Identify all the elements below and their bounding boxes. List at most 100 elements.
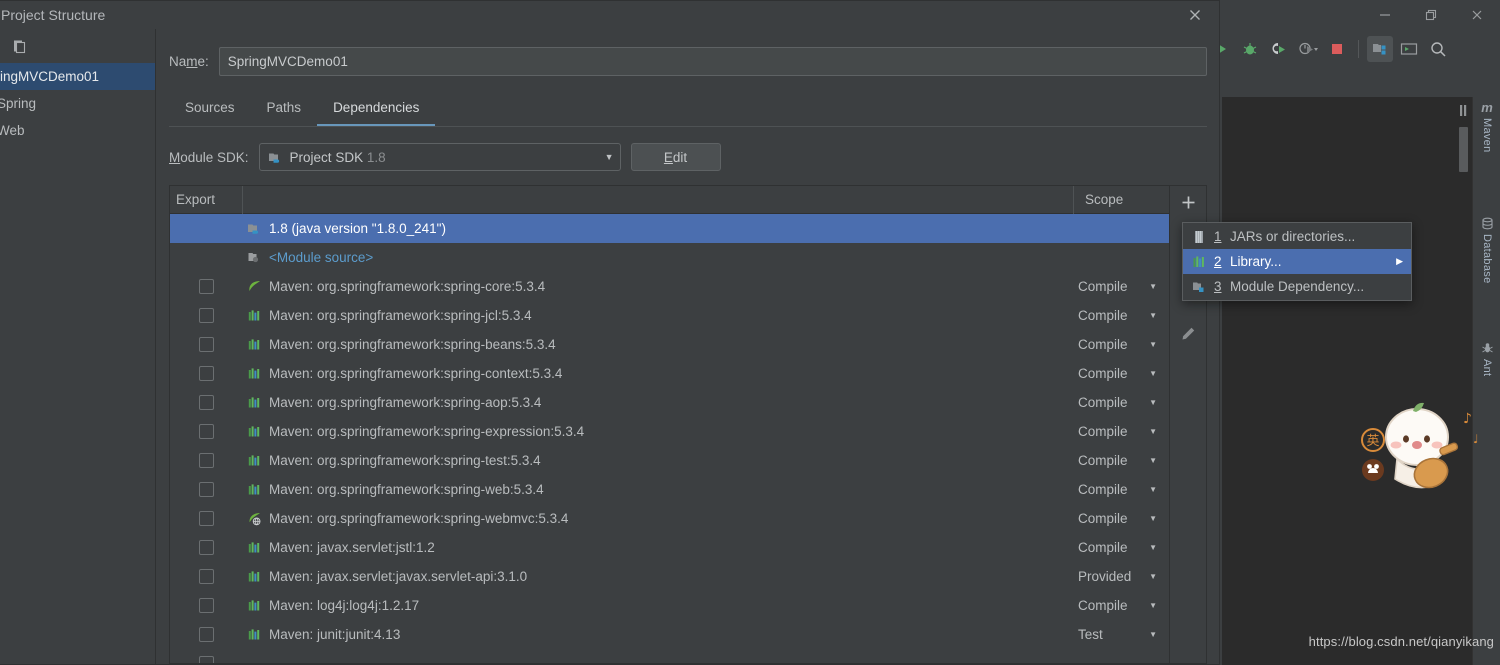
tree-node-label: SpringMVCDemo01 xyxy=(0,69,100,84)
tool-window-maven[interactable]: m Maven xyxy=(1473,101,1500,153)
dependency-scope-cell[interactable]: Compile ▼ xyxy=(1074,598,1169,613)
chevron-down-icon[interactable]: ▼ xyxy=(1149,514,1157,523)
debug-icon[interactable] xyxy=(1237,36,1263,62)
tab-sources[interactable]: Sources xyxy=(169,93,251,126)
chevron-down-icon[interactable]: ▼ xyxy=(1149,572,1157,581)
stop-icon[interactable] xyxy=(1324,36,1350,62)
chevron-down-icon[interactable]: ▼ xyxy=(1149,630,1157,639)
terminal-icon[interactable] xyxy=(1396,36,1422,62)
module-sdk-combo[interactable]: Project SDK 1.8 ▼ xyxy=(258,143,621,171)
dependency-row[interactable]: Maven: junit:junit:4.13 Test ▼ xyxy=(170,620,1169,649)
export-checkbox[interactable] xyxy=(199,482,214,497)
submenu-arrow-icon: ▶ xyxy=(1396,256,1403,266)
dependency-row[interactable]: Maven: org.springframework:spring-aop:5.… xyxy=(170,388,1169,417)
popup-item-module-dependency[interactable]: 3 Module Dependency... xyxy=(1183,274,1411,299)
export-checkbox[interactable] xyxy=(199,366,214,381)
add-dependency-button[interactable] xyxy=(1173,189,1203,215)
column-header-name[interactable] xyxy=(243,185,1074,214)
chevron-down-icon[interactable]: ▼ xyxy=(1149,601,1157,610)
svg-text:♪: ♪ xyxy=(1463,411,1472,427)
chevron-down-icon[interactable]: ▼ xyxy=(1149,398,1157,407)
dependency-row[interactable]: Maven: org.springframework:spring-jcl:5.… xyxy=(170,301,1169,330)
tree-node-web[interactable]: Web xyxy=(0,117,155,144)
dependency-row[interactable]: Maven: org.springframework:spring-expres… xyxy=(170,417,1169,446)
chevron-down-icon[interactable]: ▼ xyxy=(605,152,614,162)
profile-icon[interactable] xyxy=(1295,36,1321,62)
dependency-row[interactable]: Maven: org.springframework:spring-test:5… xyxy=(170,446,1169,475)
chevron-down-icon[interactable]: ▼ xyxy=(1149,427,1157,436)
export-checkbox[interactable] xyxy=(199,279,214,294)
export-checkbox[interactable] xyxy=(199,511,214,526)
editor-split-handle[interactable] xyxy=(1459,105,1467,119)
dependency-row[interactable]: Maven: javax.servlet:javax.servlet-api:3… xyxy=(170,562,1169,591)
dependency-row[interactable]: Maven: org.springframework:spring-web:5.… xyxy=(170,475,1169,504)
minimize-icon[interactable] xyxy=(1362,0,1408,29)
export-checkbox[interactable] xyxy=(199,337,214,352)
popup-item-jars-or-directories[interactable]: 1 JARs or directories... xyxy=(1183,224,1411,249)
export-checkbox[interactable] xyxy=(199,656,214,663)
dependency-scope-cell[interactable]: Compile ▼ xyxy=(1074,482,1169,497)
dependency-name-label: Maven: org.springframework:spring-web:5.… xyxy=(269,482,544,497)
dependency-name-label: <Module source> xyxy=(269,250,374,265)
dependency-scope-cell[interactable]: Compile ▼ xyxy=(1074,511,1169,526)
export-checkbox[interactable] xyxy=(199,453,214,468)
dependency-scope-cell[interactable]: Compile ▼ xyxy=(1074,540,1169,555)
dependency-row[interactable]: Maven: org.springframework:spring-webmvc… xyxy=(170,504,1169,533)
chevron-down-icon[interactable]: ▼ xyxy=(1149,340,1157,349)
dependency-scope-cell[interactable]: Provided ▼ xyxy=(1074,569,1169,584)
export-checkbox[interactable] xyxy=(199,598,214,613)
tool-window-ant[interactable]: Ant xyxy=(1473,342,1500,376)
dependency-row[interactable] xyxy=(170,649,1169,663)
tree-node-spring[interactable]: Spring xyxy=(0,90,155,117)
dependency-scope-cell[interactable]: Compile ▼ xyxy=(1074,308,1169,323)
dependency-scope-cell[interactable]: Compile ▼ xyxy=(1074,424,1169,439)
export-checkbox-cell xyxy=(170,482,243,497)
chevron-down-icon[interactable]: ▼ xyxy=(1149,282,1157,291)
dependency-scope-cell[interactable]: Test ▼ xyxy=(1074,627,1169,642)
edit-dependency-button[interactable] xyxy=(1173,321,1203,347)
edit-sdk-button[interactable]: Edit xyxy=(630,143,721,171)
search-icon[interactable] xyxy=(1425,36,1451,62)
dependency-scope-cell[interactable]: Compile ▼ xyxy=(1074,395,1169,410)
export-checkbox[interactable] xyxy=(199,540,214,555)
dependency-row[interactable]: Maven: org.springframework:spring-core:5… xyxy=(170,272,1169,301)
dependency-scope-cell[interactable]: Compile ▼ xyxy=(1074,453,1169,468)
copy-module-button[interactable] xyxy=(6,33,32,59)
export-checkbox[interactable] xyxy=(199,627,214,642)
dependency-row[interactable]: Maven: org.springframework:spring-beans:… xyxy=(170,330,1169,359)
chevron-down-icon[interactable]: ▼ xyxy=(1149,543,1157,552)
dependency-scope-cell[interactable]: Compile ▼ xyxy=(1074,366,1169,381)
dependency-row[interactable]: Maven: org.springframework:spring-contex… xyxy=(170,359,1169,388)
chevron-down-icon[interactable]: ▼ xyxy=(1149,369,1157,378)
export-checkbox[interactable] xyxy=(199,424,214,439)
tab-dependencies[interactable]: Dependencies xyxy=(317,93,436,126)
export-checkbox[interactable] xyxy=(199,308,214,323)
close-icon[interactable] xyxy=(1454,0,1500,29)
dependency-name-label: Maven: javax.servlet:javax.servlet-api:3… xyxy=(269,569,528,584)
dependency-row[interactable]: Maven: log4j:log4j:1.2.17 Compile ▼ xyxy=(170,591,1169,620)
column-header-export[interactable]: Export xyxy=(170,185,243,214)
dependency-row[interactable]: 1.8 (java version "1.8.0_241") xyxy=(170,214,1169,243)
dialog-close-icon[interactable] xyxy=(1177,3,1213,27)
dependency-scope-cell[interactable]: Compile ▼ xyxy=(1074,337,1169,352)
popup-item-library[interactable]: 2 Library... ▶ xyxy=(1183,249,1411,274)
project-structure-icon[interactable] xyxy=(1367,36,1393,62)
tool-window-database[interactable]: Database xyxy=(1473,217,1500,284)
restore-icon[interactable] xyxy=(1408,0,1454,29)
module-name-input[interactable] xyxy=(218,47,1207,76)
chevron-down-icon[interactable]: ▼ xyxy=(1149,456,1157,465)
editor-scrollbar-thumb[interactable] xyxy=(1459,127,1468,172)
export-checkbox[interactable] xyxy=(199,395,214,410)
coverage-icon[interactable] xyxy=(1266,36,1292,62)
dependency-row[interactable]: <Module source> xyxy=(170,243,1169,272)
chevron-down-icon[interactable]: ▼ xyxy=(1149,485,1157,494)
toolbar-separator xyxy=(1358,40,1359,58)
column-header-scope[interactable]: Scope xyxy=(1074,186,1169,214)
tab-paths[interactable]: Paths xyxy=(251,93,318,126)
tree-node-springmvcdemo01[interactable]: ▼ SpringMVCDemo01 xyxy=(0,63,155,90)
dependency-scope-cell[interactable]: Compile ▼ xyxy=(1074,279,1169,294)
database-icon xyxy=(1481,217,1494,230)
dependency-row[interactable]: Maven: javax.servlet:jstl:1.2 Compile ▼ xyxy=(170,533,1169,562)
export-checkbox[interactable] xyxy=(199,569,214,584)
chevron-down-icon[interactable]: ▼ xyxy=(1149,311,1157,320)
